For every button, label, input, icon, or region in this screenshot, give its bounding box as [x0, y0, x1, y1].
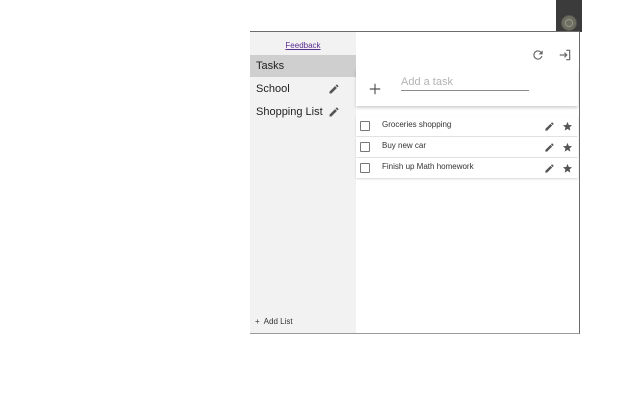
task-title: Finish up Math homework: [382, 162, 474, 171]
pencil-icon[interactable]: [544, 121, 555, 132]
add-task-bar: [356, 68, 578, 106]
plus-icon[interactable]: [368, 82, 382, 96]
feedback-link[interactable]: Feedback: [250, 41, 356, 50]
task-title: Buy new car: [382, 141, 427, 150]
add-task-input[interactable]: [401, 74, 529, 91]
tasks-popup: Feedback Tasks School Shopping List + Add…: [250, 31, 580, 334]
pencil-icon[interactable]: [544, 142, 555, 153]
task-row[interactable]: Buy new car: [356, 137, 578, 157]
task-checkbox[interactable]: [360, 163, 370, 173]
pencil-icon[interactable]: [328, 83, 340, 95]
star-icon[interactable]: [562, 163, 573, 174]
sidebar-item-tasks[interactable]: Tasks: [250, 55, 356, 77]
plus-icon: +: [255, 317, 260, 326]
sidebar-item-label: Tasks: [256, 60, 285, 72]
task-title: Groceries shopping: [382, 120, 452, 129]
add-list-label: Add List: [263, 317, 293, 326]
sidebar-item-school[interactable]: School: [250, 78, 356, 100]
sidebar-item-label: Shopping List: [256, 106, 323, 118]
star-icon[interactable]: [562, 121, 573, 132]
pencil-icon[interactable]: [328, 106, 340, 118]
task-checkbox[interactable]: [360, 142, 370, 152]
add-list-button[interactable]: + Add List: [255, 317, 293, 326]
exit-icon[interactable]: [558, 48, 572, 62]
star-icon[interactable]: [562, 142, 573, 153]
sidebar: Feedback Tasks School Shopping List + Add…: [250, 32, 356, 333]
task-row[interactable]: Finish up Math homework: [356, 158, 578, 178]
sidebar-item-label: School: [256, 83, 290, 95]
task-checkbox[interactable]: [360, 121, 370, 131]
sidebar-item-shopping-list[interactable]: Shopping List: [250, 101, 356, 123]
pencil-icon[interactable]: [544, 163, 555, 174]
screen: Feedback Tasks School Shopping List + Add…: [0, 0, 640, 400]
task-panel: Groceries shopping Buy new car: [356, 32, 578, 333]
task-row[interactable]: Groceries shopping: [356, 116, 578, 136]
globe-icon[interactable]: [561, 15, 577, 31]
refresh-icon[interactable]: [531, 48, 545, 62]
